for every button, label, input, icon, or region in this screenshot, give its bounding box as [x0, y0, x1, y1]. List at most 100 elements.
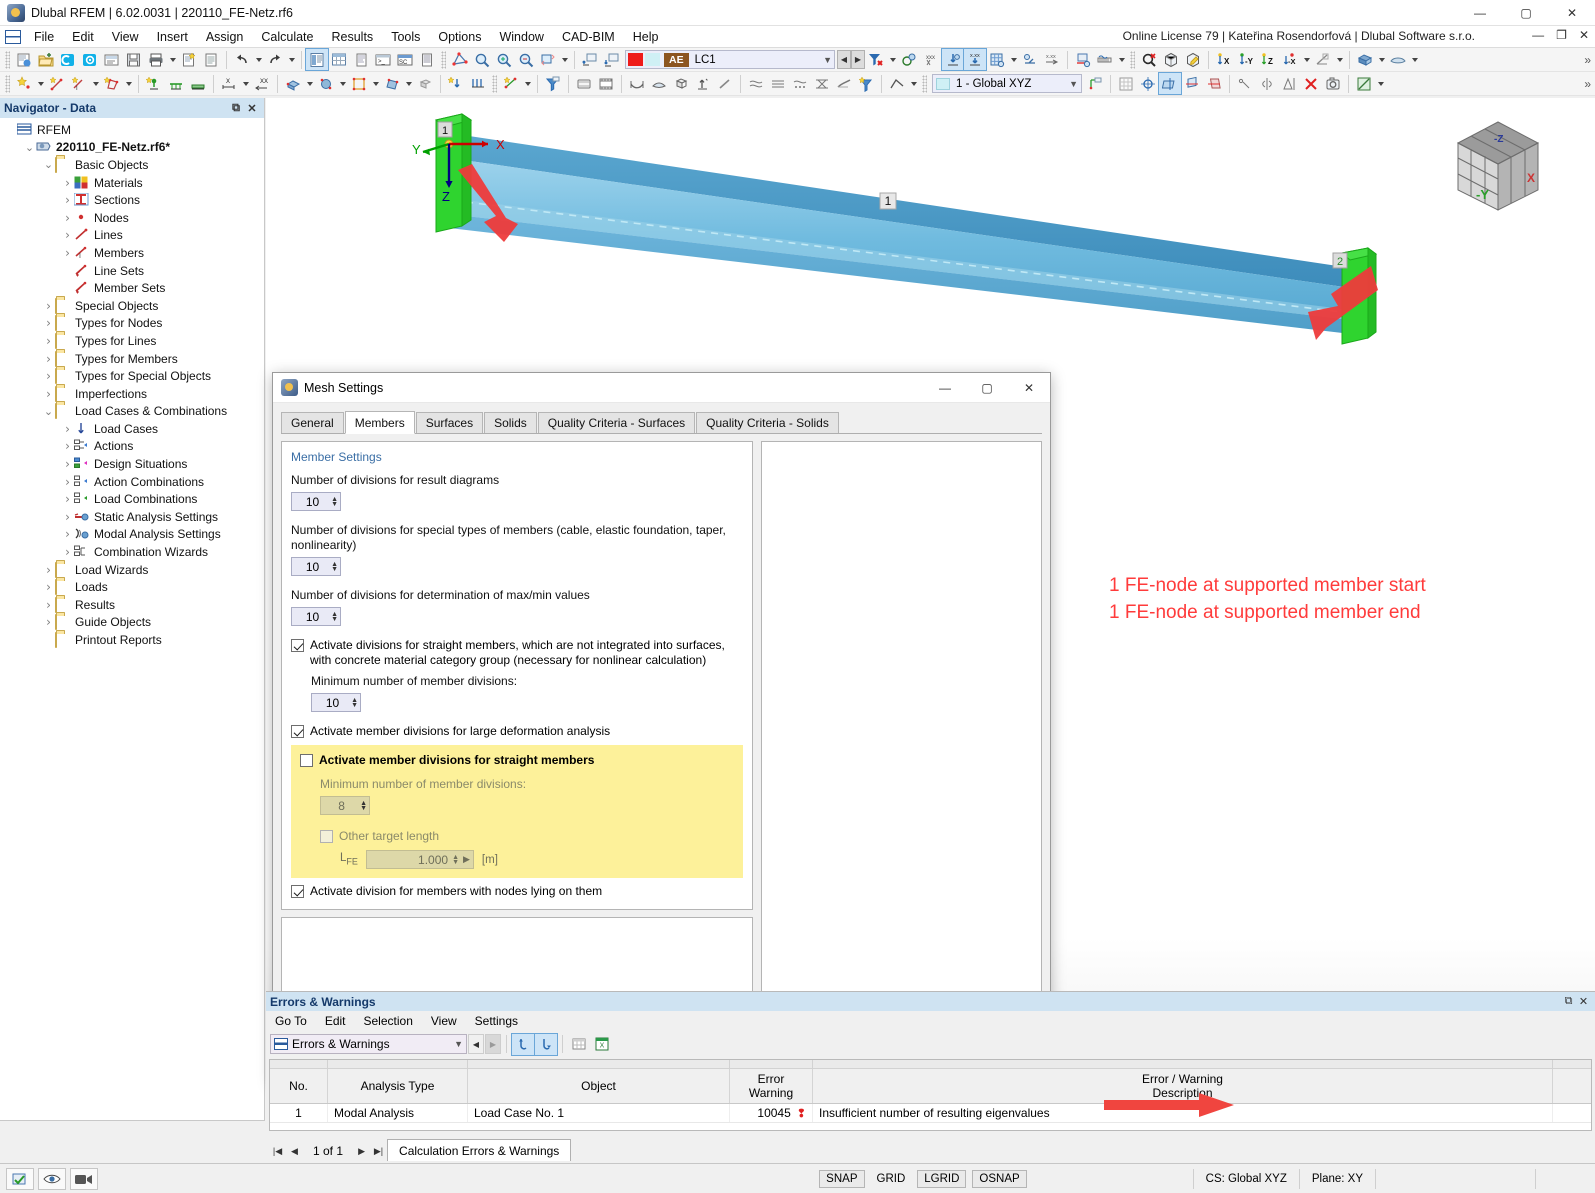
plane-xz-icon[interactable] [1203, 73, 1225, 94]
load-case-next-icon[interactable] [601, 49, 623, 70]
tab-calculation-errors-warnings[interactable]: Calculation Errors & Warnings [387, 1139, 572, 1161]
tree-item-guide-objects[interactable]: › Guide Objects [0, 614, 264, 632]
tree-item-types-for-lines[interactable]: › Types for Lines [0, 332, 264, 350]
tree-item-types-for-nodes[interactable]: › Types for Nodes [0, 315, 264, 333]
dialog-minimize-button[interactable]: — [924, 373, 966, 402]
tree-item-special-objects[interactable]: › Special Objects [0, 297, 264, 315]
tree-item-load-combinations[interactable]: › Load Combinations [0, 490, 264, 508]
minimize-button[interactable]: — [1457, 0, 1503, 26]
properties-panel-icon[interactable] [350, 49, 372, 70]
expander-open-icon[interactable]: ⌄ [23, 141, 36, 154]
other-target-length-row[interactable]: Other target length [320, 829, 734, 844]
tree-item-combination-wizards[interactable]: › Combination Wizards [0, 543, 264, 561]
undo-dropdown-caret[interactable] [253, 49, 264, 70]
new-report-icon[interactable] [178, 49, 200, 70]
expander-closed-icon[interactable]: › [42, 299, 55, 313]
mesh-grid-icon[interactable] [986, 49, 1008, 70]
console-panel-icon[interactable]: >_ [372, 49, 394, 70]
spinner-arrows[interactable]: ▲ ▼ [331, 496, 338, 508]
result-slice-icon[interactable] [833, 73, 855, 94]
expander-closed-icon[interactable]: › [42, 316, 55, 330]
snap-toggle[interactable]: SNAP [819, 1169, 865, 1188]
filter-clear-icon[interactable] [865, 49, 887, 70]
camera-settings-icon[interactable] [1322, 73, 1344, 94]
cell-object[interactable]: Load Case No. 1 [468, 1104, 730, 1122]
tree-item-static-analysis-settings[interactable]: › Static Analysis Settings [0, 508, 264, 526]
save-icon[interactable] [123, 49, 145, 70]
menu-calculate[interactable]: Calculate [252, 28, 322, 46]
tree-item-types-for-special-objects[interactable]: › Types for Special Objects [0, 367, 264, 385]
dim-display-icon[interactable]: x.xx [1041, 49, 1063, 70]
expander-closed-icon[interactable]: › [61, 545, 74, 559]
result-section-icon[interactable] [811, 73, 833, 94]
tree-item-materials[interactable]: › Materials [0, 174, 264, 192]
undo-icon[interactable] [231, 49, 253, 70]
last-page-button[interactable]: ▶| [370, 1141, 387, 1161]
expander-closed-icon[interactable]: › [61, 475, 74, 489]
new-node-icon[interactable] [13, 73, 35, 94]
results-scale-icon[interactable] [1094, 49, 1116, 70]
column-header-analysis-type[interactable]: Analysis Type [328, 1069, 468, 1103]
tree-item-results[interactable]: › Results [0, 596, 264, 614]
toolbar-overflow-button-2[interactable]: » [1580, 77, 1595, 91]
view-in-y-icon[interactable]: -Y [1235, 49, 1257, 70]
node-dropdown-caret[interactable] [35, 73, 46, 94]
menu-edit[interactable]: Edit [63, 28, 103, 46]
load-case-selector[interactable]: AE LC1 ▼ [625, 50, 835, 69]
menu-help[interactable]: Help [624, 28, 668, 46]
surface-set-caret[interactable] [403, 73, 414, 94]
member-load-icon[interactable] [467, 73, 489, 94]
tree-item-members[interactable]: › I Members [0, 244, 264, 262]
tab-quality-criteria-solids[interactable]: Quality Criteria - Solids [696, 412, 839, 433]
support-reactions-icon[interactable] [692, 73, 714, 94]
zoom-out-icon[interactable] [515, 49, 537, 70]
expander-closed-icon[interactable]: › [42, 580, 55, 594]
member-results-icon[interactable] [714, 73, 736, 94]
result-values-caret[interactable] [908, 73, 919, 94]
tree-item-load-cases-combinations[interactable]: ⌄ Load Cases & Combinations [0, 403, 264, 421]
maxmin-divisions-input[interactable]: 10 ▲ ▼ [291, 607, 341, 626]
ew-menu-view[interactable]: View [422, 1013, 466, 1029]
results-dropdown-caret[interactable] [1116, 49, 1127, 70]
errors-warnings-close-button[interactable]: ✕ [1576, 995, 1591, 1008]
surface-results-icon[interactable] [648, 73, 670, 94]
wireframe-dropdown-caret[interactable] [1409, 49, 1420, 70]
show-member-numbers-icon[interactable]: x.xx [963, 48, 987, 71]
expander-open-icon[interactable]: ⌄ [42, 158, 55, 171]
menu-view[interactable]: View [103, 28, 148, 46]
straight-member-divisions-checkbox[interactable] [300, 754, 313, 767]
tree-item-actions[interactable]: › Actions [0, 438, 264, 456]
expander-closed-icon[interactable]: › [42, 387, 55, 401]
expander-closed-icon[interactable]: › [42, 563, 55, 577]
ew-menu-edit[interactable]: Edit [316, 1013, 355, 1029]
coordinate-system-selector[interactable]: 1 - Global XYZ ▼ [932, 74, 1082, 93]
expander-closed-icon[interactable]: › [61, 492, 74, 506]
new-line-icon[interactable] [46, 73, 68, 94]
grid-toggle[interactable]: GRID [871, 1171, 912, 1187]
large-deformation-divisions-checkbox[interactable] [291, 725, 304, 738]
cell-number[interactable]: 1 [270, 1104, 328, 1122]
expander-closed-icon[interactable]: › [61, 176, 74, 190]
special-member-divisions-input[interactable]: 10 ▲ ▼ [291, 557, 341, 576]
navigator-panel-icon[interactable] [305, 48, 329, 71]
lfe-expand-icon[interactable]: ▶ [459, 854, 470, 865]
tree-item-rfem[interactable]: RFEM [0, 121, 264, 139]
large-deformation-divisions-row[interactable]: Activate member divisions for large defo… [291, 724, 743, 739]
nodal-support-icon[interactable] [143, 73, 165, 94]
other-target-length-checkbox[interactable] [320, 830, 333, 843]
tree-item-load-wizards[interactable]: › Load Wizards [0, 561, 264, 579]
expander-closed-icon[interactable]: › [61, 527, 74, 541]
surface-set-icon[interactable] [381, 73, 403, 94]
filter-dropdown-caret[interactable] [887, 49, 898, 70]
isometric-view-icon[interactable] [1160, 49, 1182, 70]
zoom-reset-icon[interactable] [1138, 49, 1160, 70]
filter-icon[interactable] [542, 73, 564, 94]
opening-icon[interactable] [348, 73, 370, 94]
view-in-z-icon[interactable]: Z [1257, 49, 1279, 70]
model-check-icon[interactable] [6, 1167, 34, 1190]
new-model-icon[interactable] [13, 49, 35, 70]
lfe-input[interactable]: 1.000 ▲ ▼ ▶ [365, 850, 474, 869]
work-plane-origin-icon[interactable] [1137, 73, 1159, 94]
surface-dropdown-caret[interactable] [123, 73, 134, 94]
menu-results[interactable]: Results [323, 28, 383, 46]
